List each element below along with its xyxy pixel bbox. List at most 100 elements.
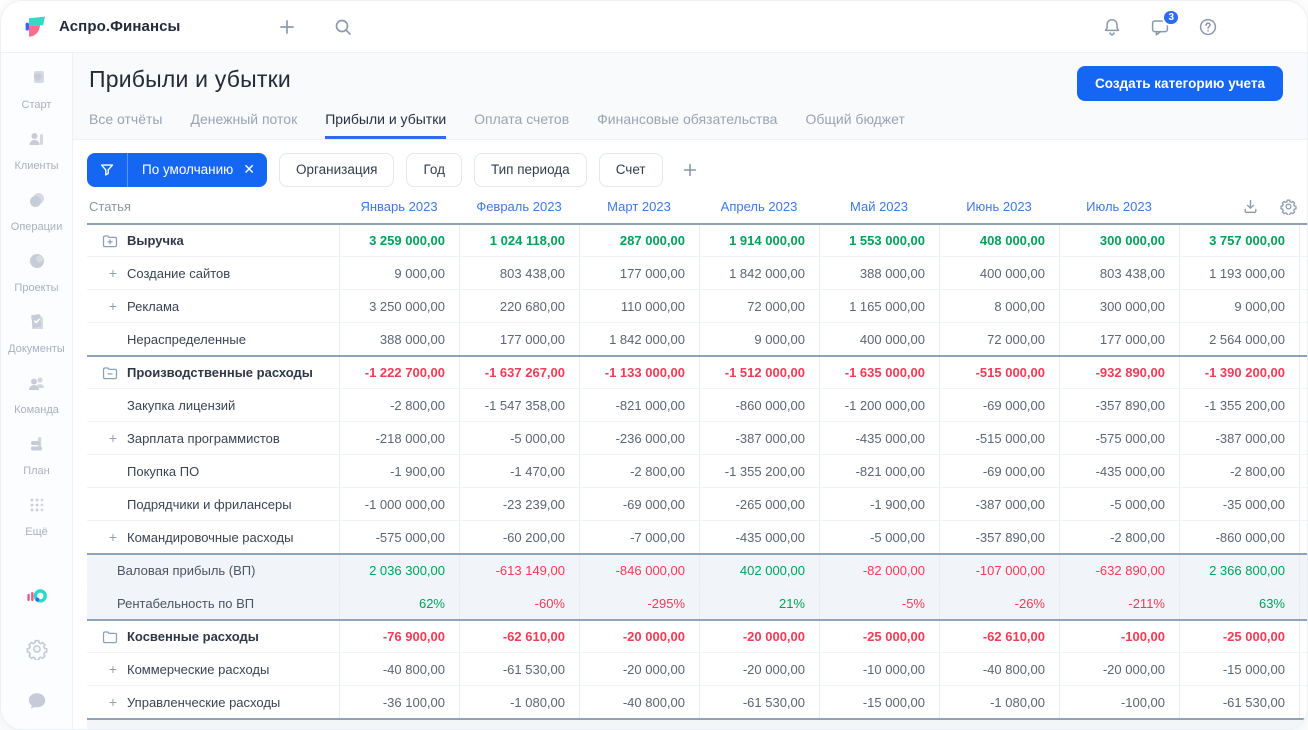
sidebar-item-more[interactable]: Ещё	[1, 494, 72, 538]
filter-bar: По умолчанию ✕ Организация Год Тип периода…	[73, 140, 1307, 190]
sidebar-item-team[interactable]: Команда	[1, 372, 72, 416]
sidebar-item-start[interactable]: Старт	[1, 67, 72, 111]
value-cell: -107 000,00	[939, 555, 1059, 586]
sidebar-items: Старт Клиенты Операции Проекты Документы…	[1, 67, 72, 555]
folder-minus-icon	[101, 364, 119, 382]
app-logo[interactable]: Аспро.Финансы	[21, 13, 180, 41]
value-cell: -357 890,00	[939, 521, 1059, 553]
sidebar-item-projects[interactable]: Проекты	[1, 250, 72, 294]
row-label-cell[interactable]: + Командировочные расходы	[87, 521, 339, 553]
sidebar-item-documents[interactable]: Документы	[1, 311, 72, 355]
row-label-cell[interactable]: + Коммерческие расходы	[87, 653, 339, 685]
value-cell: -387 000,00	[1179, 422, 1299, 454]
row-label-cell[interactable]: +Нераспределенные	[87, 323, 339, 355]
value-cell: 1 842 000,00	[579, 323, 699, 355]
value-cell: -932 890,00	[1059, 357, 1179, 388]
sidebar-item-plan[interactable]: План	[1, 433, 72, 477]
start-icon	[26, 67, 48, 94]
row-label-cell[interactable]: + Управленческие расходы	[87, 686, 339, 718]
row-label: Покупка ПО	[127, 463, 200, 479]
expand-icon[interactable]: +	[107, 694, 119, 710]
row-label-cell[interactable]: Выручка	[87, 225, 339, 256]
value-cell: 72 000,00	[699, 290, 819, 322]
value-cell: -2 800,00	[579, 455, 699, 487]
tab-item[interactable]: Денежный поток	[190, 111, 297, 139]
tab-item[interactable]: Все отчёты	[89, 111, 162, 139]
table-row: +Покупка ПО-1 900,00-1 470,00-2 800,00-1…	[87, 454, 1307, 487]
support-chat-button[interactable]	[26, 690, 48, 712]
create-category-button[interactable]: Создать категорию учета	[1077, 66, 1283, 101]
team-icon	[26, 372, 48, 399]
row-label-cell[interactable]: + Создание сайтов	[87, 257, 339, 289]
gear-icon	[25, 639, 48, 660]
value-cell: -35 000,00	[1179, 488, 1299, 520]
expand-icon[interactable]: +	[107, 661, 119, 677]
table-settings-button[interactable]	[1277, 196, 1299, 218]
row-label-cell[interactable]: + Реклама	[87, 290, 339, 322]
chat-bubble-icon	[28, 693, 45, 709]
row-label-cell[interactable]: +Закупка лицензий	[87, 389, 339, 421]
clipped-column-cell	[1299, 290, 1307, 322]
add-button[interactable]	[276, 16, 298, 38]
page-header: Прибыли и убытки Создать категорию учета…	[73, 53, 1307, 141]
projects-icon	[26, 250, 48, 277]
row-label-cell[interactable]: +Покупка ПО	[87, 455, 339, 487]
value-cell: -435 000,00	[699, 521, 819, 553]
column-header-month: Июль 2023	[1086, 199, 1152, 214]
plan-icon	[26, 433, 48, 460]
tab-item[interactable]: Оплата счетов	[474, 111, 569, 139]
value-cell: -435 000,00	[819, 422, 939, 454]
filter-chip[interactable]: Год	[406, 152, 462, 187]
row-label-cell[interactable]: + Зарплата программистов	[87, 422, 339, 454]
tab-item[interactable]: Финансовые обязательства	[597, 111, 777, 139]
expand-icon[interactable]: +	[107, 529, 119, 545]
sidebar-item-label: План	[23, 465, 50, 477]
row-label: Рентабельность по ВП	[117, 595, 255, 611]
value-cell: 402 000,00	[699, 555, 819, 586]
expand-icon[interactable]: +	[107, 430, 119, 446]
sidebar-item-clients[interactable]: Клиенты	[1, 128, 72, 172]
row-label-cell[interactable]: Косвенные расходы	[87, 621, 339, 652]
row-label: Закупка лицензий	[127, 397, 236, 413]
remove-filter-icon[interactable]: ✕	[241, 161, 267, 178]
sidebar-item-operations[interactable]: Операции	[1, 189, 72, 233]
tab-active[interactable]: Прибыли и убытки	[325, 111, 447, 139]
clipped-column-cell	[1299, 621, 1307, 652]
tab-item[interactable]: Общий бюджет	[805, 111, 904, 139]
value-cell: -575 000,00	[1059, 422, 1179, 454]
filter-chip[interactable]: Тип периода	[473, 152, 587, 187]
value-cell: -2 800,00	[339, 389, 459, 421]
active-filter-label: По умолчанию	[142, 162, 234, 178]
messages-button[interactable]: 3	[1149, 8, 1180, 38]
value-cell: -1 635 000,00	[819, 357, 939, 388]
clipped-column-cell	[1299, 686, 1307, 718]
row-label-cell[interactable]: +Подрядчики и фрилансеры	[87, 488, 339, 520]
settings-button[interactable]	[25, 638, 48, 660]
value-cell: -435 000,00	[1059, 455, 1179, 487]
row-label-cell[interactable]: Валовая прибыль (ВП)	[87, 555, 339, 586]
value-cell: -5%	[819, 587, 939, 619]
export-button[interactable]	[1239, 196, 1261, 218]
row-label-cell[interactable]: Рентабельность по ВП	[87, 587, 339, 619]
notifications-button[interactable]	[1101, 16, 1123, 38]
aspro-cloud-logo[interactable]	[26, 586, 48, 608]
filter-chip[interactable]: Организация	[279, 152, 395, 187]
search-button[interactable]	[332, 16, 354, 38]
active-filter-chip[interactable]: По умолчанию ✕	[87, 152, 268, 187]
value-cell: 803 438,00	[459, 257, 579, 289]
value-cell: -61 530,00	[459, 653, 579, 685]
filter-chip[interactable]: Счет	[598, 152, 663, 187]
value-cell: -2 800,00	[1179, 455, 1299, 487]
expand-icon[interactable]: +	[107, 298, 119, 314]
value-cell: -10 000,00	[819, 653, 939, 685]
value-cell: -82 000,00	[819, 555, 939, 586]
table-row: + Реклама 3 250 000,00 220 680,00 110 000,00…	[87, 289, 1307, 322]
add-filter-button[interactable]	[679, 159, 701, 181]
expand-icon[interactable]: +	[107, 265, 119, 281]
row-label: Реклама	[127, 298, 180, 314]
row-label-cell[interactable]: Производственные расходы	[87, 357, 339, 388]
main-content: Прибыли и убытки Создать категорию учета…	[73, 53, 1307, 729]
help-button[interactable]	[1197, 16, 1219, 38]
user-avatar[interactable]	[1245, 8, 1283, 46]
clipped-column-cell	[1299, 323, 1307, 355]
